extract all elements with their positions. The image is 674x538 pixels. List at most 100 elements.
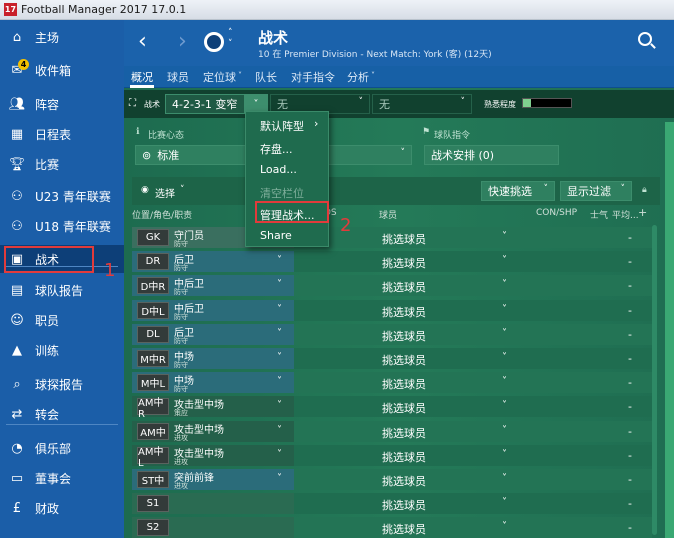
tab-overview[interactable]: 概况 <box>131 69 153 85</box>
sidebar-item-squad[interactable]: 👥︎ 阵容 <box>0 90 124 118</box>
sidebar-item-trophy[interactable]: 🏆︎ 比赛 <box>0 150 124 178</box>
player-select[interactable]: 挑选球员 <box>382 231 426 247</box>
player-select[interactable]: 挑选球员 <box>382 328 426 344</box>
filter-chevron-icon: ˅ <box>620 184 626 194</box>
table-row[interactable]: ST中 突前前锋 进攻 ˅ 挑选球员 ˅ - <box>132 469 652 490</box>
position-cell[interactable]: M中R 中场 防守 ˅ <box>132 348 294 369</box>
table-row[interactable]: DR 后卫 防守 ˅ 挑选球员 ˅ - <box>132 251 652 272</box>
player-select[interactable]: 挑选球员 <box>382 497 426 513</box>
player-chevron-icon[interactable]: ˅ <box>502 279 507 290</box>
forward-arrow-icon[interactable]: › <box>178 29 187 54</box>
lock-icon[interactable]: 🔒︎ <box>642 185 647 195</box>
player-select[interactable]: 挑选球员 <box>382 376 426 392</box>
player-chevron-icon[interactable]: ˅ <box>502 400 507 411</box>
club-crest-icon[interactable] <box>204 32 224 52</box>
player-select[interactable]: 挑选球员 <box>382 521 426 537</box>
tab-players[interactable]: 球员 <box>167 69 189 85</box>
sidebar-item-board[interactable]: ▭ 董事会 <box>0 464 124 492</box>
player-select[interactable]: 挑选球员 <box>382 255 426 271</box>
player-chevron-icon[interactable]: ˅ <box>502 328 507 339</box>
table-row[interactable]: AM中 攻击型中场 进攻 ˅ 挑选球员 ˅ - <box>132 421 652 442</box>
select-label[interactable]: 选择 <box>155 185 175 200</box>
position-cell[interactable]: S2 <box>132 517 294 538</box>
table-row[interactable]: DL 后卫 防守 ˅ 挑选球员 ˅ - <box>132 324 652 345</box>
sidebar-item-u23[interactable]: ⚇ U23 青年联赛 <box>0 182 124 210</box>
tab-opposition[interactable]: 对手指令 <box>291 69 335 85</box>
scrollbar[interactable] <box>652 225 657 535</box>
table-row[interactable]: S1 挑选球员 ˅ - <box>132 493 652 514</box>
position-cell[interactable]: D中L 中后卫 防守 ˅ <box>132 300 294 321</box>
sidebar-item-club[interactable]: ◔ 俱乐部 <box>0 434 124 462</box>
add-column-icon[interactable]: + <box>638 206 647 219</box>
row-value: - <box>628 231 632 244</box>
filter-button[interactable]: 显示过滤 ˅ <box>560 181 632 201</box>
player-chevron-icon[interactable]: ˅ <box>502 497 507 508</box>
position-cell[interactable]: DL 后卫 防守 ˅ <box>132 324 294 345</box>
player-select[interactable]: 挑选球员 <box>382 473 426 489</box>
sidebar-item-finance[interactable]: £ 财政 <box>0 494 124 522</box>
player-chevron-icon[interactable]: ˅ <box>502 352 507 363</box>
menu-share[interactable]: Share <box>260 229 292 242</box>
role-chevron-icon[interactable]: ˅ <box>277 376 282 387</box>
role-chevron-icon[interactable]: ˅ <box>277 279 282 290</box>
position-cell[interactable]: AM中 攻击型中场 进攻 ˅ <box>132 421 294 442</box>
position-cell[interactable]: ST中 突前前锋 进攻 ˅ <box>132 469 294 490</box>
table-row[interactable]: M中L 中场 防守 ˅ 挑选球员 ˅ - <box>132 372 652 393</box>
tab-captains[interactable]: 队长 <box>255 69 277 85</box>
role-chevron-icon[interactable]: ˅ <box>277 304 282 315</box>
position-cell[interactable]: AM中R 攻击型中场 策应 ˅ <box>132 396 294 420</box>
table-row[interactable]: S2 挑选球员 ˅ - <box>132 517 652 538</box>
player-chevron-icon[interactable]: ˅ <box>502 304 507 315</box>
player-chevron-icon[interactable]: ˅ <box>502 376 507 387</box>
role-chevron-icon[interactable]: ˅ <box>277 425 282 436</box>
tab-set-pieces[interactable]: 定位球 <box>203 69 236 85</box>
sidebar-item-home[interactable]: ⌂ 主场 <box>0 23 124 51</box>
table-row[interactable]: D中R 中后卫 防守 ˅ 挑选球员 ˅ - <box>132 275 652 296</box>
eye-icon[interactable]: ◉ <box>141 185 149 195</box>
select-chevron-icon[interactable]: ˅ <box>180 185 185 195</box>
player-select[interactable]: 挑选球员 <box>382 449 426 465</box>
position-cell[interactable]: S1 <box>132 493 294 514</box>
player-select[interactable]: 挑选球员 <box>382 352 426 368</box>
tab-analysis[interactable]: 分析 <box>347 69 369 85</box>
table-row[interactable]: M中R 中场 防守 ˅ 挑选球员 ˅ - <box>132 348 652 369</box>
role-chevron-icon[interactable]: ˅ <box>277 473 282 484</box>
crest-toggle-icon[interactable]: ˄ ˅ <box>228 28 233 50</box>
sidebar-item-scout[interactable]: ⌕ 球探报告 <box>0 370 124 398</box>
player-select[interactable]: 挑选球员 <box>382 304 426 320</box>
player-chevron-icon[interactable]: ˅ <box>502 425 507 436</box>
table-row[interactable]: AM中L 攻击型中场 进攻 ˅ 挑选球员 ˅ - <box>132 445 652 469</box>
sidebar-item-calendar[interactable]: ▦ 日程表 <box>0 120 124 148</box>
role-chevron-icon[interactable]: ˅ <box>277 400 282 411</box>
player-chevron-icon[interactable]: ˅ <box>502 231 507 242</box>
back-arrow-icon[interactable]: ‹ <box>138 29 147 54</box>
player-chevron-icon[interactable]: ˅ <box>502 449 507 460</box>
role-chevron-icon[interactable]: ˅ <box>277 352 282 363</box>
role-chevron-icon[interactable]: ˅ <box>277 449 282 460</box>
player-chevron-icon[interactable]: ˅ <box>502 521 507 532</box>
menu-save[interactable]: 存盘... <box>260 141 293 157</box>
role-chevron-icon[interactable]: ˅ <box>277 328 282 339</box>
sidebar-item-u18[interactable]: ⚇ U18 青年联赛 <box>0 212 124 240</box>
table-row[interactable]: AM中R 攻击型中场 策应 ˅ 挑选球员 ˅ - <box>132 396 652 420</box>
player-chevron-icon[interactable]: ˅ <box>502 255 507 266</box>
menu-default-formation[interactable]: 默认阵型 <box>260 118 304 134</box>
player-select[interactable]: 挑选球员 <box>382 279 426 295</box>
role-chevron-icon[interactable]: ˅ <box>277 255 282 266</box>
player-select[interactable]: 挑选球员 <box>382 425 426 441</box>
position-cell[interactable]: DR 后卫 防守 ˅ <box>132 251 294 272</box>
position-cell[interactable]: M中L 中场 防守 ˅ <box>132 372 294 393</box>
menu-load[interactable]: Load... <box>260 163 297 176</box>
position-cell[interactable]: D中R 中后卫 防守 ˅ <box>132 275 294 296</box>
position-cell[interactable]: AM中L 攻击型中场 进攻 ˅ <box>132 445 294 469</box>
team-instructions-button[interactable]: 战术安排 (0) <box>424 145 559 165</box>
sidebar-item-staff[interactable]: ☺ 职员 <box>0 306 124 334</box>
table-row[interactable]: D中L 中后卫 防守 ˅ 挑选球员 ˅ - <box>132 300 652 321</box>
sidebar-item-training[interactable]: ▲ 训练 <box>0 336 124 364</box>
quick-pick-button[interactable]: 快速挑选 ˅ <box>481 181 555 201</box>
tactic-slot-3[interactable]: 无 ˅ <box>372 94 472 114</box>
table-row[interactable]: GK守门员防守˅挑选球员˅- <box>132 227 652 248</box>
player-chevron-icon[interactable]: ˅ <box>502 473 507 484</box>
title-bar: 17 Football Manager 2017 17.0.1 <box>0 0 674 20</box>
player-select[interactable]: 挑选球员 <box>382 400 426 416</box>
